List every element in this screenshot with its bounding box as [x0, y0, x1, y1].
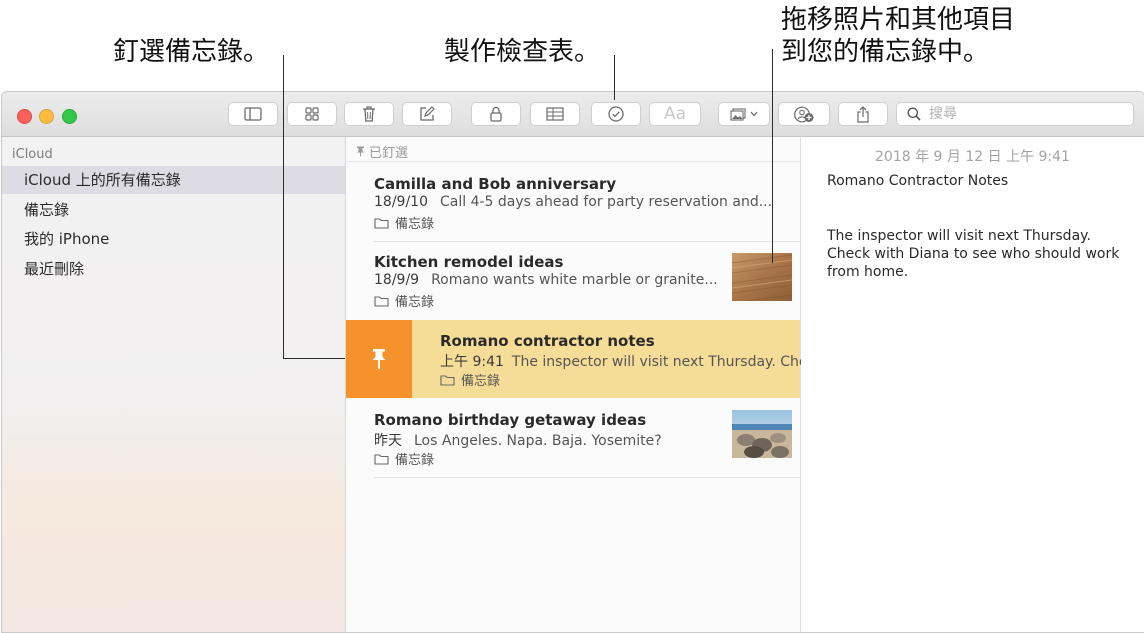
gallery-view-icon	[305, 107, 319, 121]
search-input[interactable]	[927, 105, 1121, 123]
share-icon	[856, 106, 870, 123]
wood-thumbnail	[732, 253, 792, 301]
note-snippet: The inspector will visit next Thursday. …	[512, 354, 823, 370]
note-folder: 備忘錄	[374, 213, 434, 232]
note-meta: 上午 9:41 The inspector will visit next Thu…	[440, 351, 823, 371]
chevron-down-icon	[750, 111, 758, 117]
callout-drag-line1: 拖移照片和其他項目	[781, 4, 1015, 36]
note-item[interactable]: Romano birthday getaway ideas 昨天 Los Ange…	[346, 399, 800, 477]
note-title: Kitchen remodel ideas	[374, 253, 563, 271]
note-meta: 18/9/9 Romano wants white marble or grani…	[374, 272, 718, 288]
note-title: Camilla and Bob anniversary	[374, 175, 616, 193]
note-folder-label: 備忘錄	[395, 213, 434, 232]
sidebar-toggle-button[interactable]	[228, 102, 278, 126]
pin-callout-leader	[283, 358, 345, 359]
note-date: 上午 9:41	[440, 351, 504, 371]
toolbar: Aa	[2, 92, 1144, 137]
zoom-window-button[interactable]	[62, 109, 77, 124]
collaborate-button[interactable]	[778, 102, 830, 126]
lock-icon	[490, 106, 502, 122]
format-text-button[interactable]: Aa	[649, 102, 701, 126]
note-date: 18/9/10	[374, 194, 428, 210]
note-editor-body: The inspector will visit next Thursday. …	[827, 227, 1127, 281]
sidebar-toggle-icon	[244, 107, 262, 121]
gallery-view-button[interactable]	[287, 102, 337, 126]
format-text-icon: Aa	[664, 104, 686, 124]
delete-button[interactable]	[344, 102, 394, 126]
note-timestamp: 2018 年 9 月 12 日 上午 9:41	[801, 146, 1144, 166]
note-folder: 備忘錄	[374, 291, 434, 310]
note-title: Romano birthday getaway ideas	[374, 411, 646, 429]
folder-icon	[440, 374, 455, 386]
sidebar-item-notes[interactable]: 備忘錄	[2, 196, 345, 224]
notes-window: Aa iCloud iCloud 上的所有備忘錄 備忘錄 我的 iPhone 最…	[1, 91, 1144, 633]
callout-pin: 釘選備忘錄。	[113, 36, 269, 68]
note-item[interactable]: Kitchen remodel ideas 18/9/9 Romano wants…	[346, 241, 800, 319]
pin-icon	[371, 348, 387, 370]
lock-button[interactable]	[471, 102, 521, 126]
checklist-button[interactable]	[591, 102, 641, 126]
pin-icon	[356, 146, 365, 157]
search-icon	[907, 107, 921, 121]
note-meta: 昨天 Los Angeles. Napa. Baja. Yosemite?	[374, 430, 662, 450]
note-snippet: Romano wants white marble or granite...	[431, 272, 718, 288]
note-meta: 18/9/10 Call 4-5 days ahead for party res…	[374, 194, 772, 210]
sidebar: iCloud iCloud 上的所有備忘錄 備忘錄 我的 iPhone 最近刪除	[2, 137, 346, 632]
note-folder: 備忘錄	[440, 370, 500, 389]
note-title: Romano contractor notes	[440, 332, 655, 350]
note-snippet: Los Angeles. Napa. Baja. Yosemite?	[414, 433, 662, 449]
note-editor-title: Romano Contractor Notes	[827, 173, 1008, 189]
note-item-selected[interactable]: Romano contractor notes 上午 9:41The inspe…	[346, 320, 800, 398]
media-icon	[730, 108, 746, 121]
media-menu-button[interactable]	[718, 102, 770, 126]
pinned-section-label: 已釘選	[369, 142, 408, 161]
note-editor[interactable]: 2018 年 9 月 12 日 上午 9:41 Romano Contracto…	[801, 137, 1144, 632]
note-list: 已釘選 Camilla and Bob anniversary 18/9/10C…	[346, 137, 801, 632]
folder-icon	[374, 217, 389, 229]
note-date: 昨天	[374, 430, 402, 450]
sidebar-account-header: iCloud	[12, 147, 53, 162]
compose-button[interactable]	[402, 102, 452, 126]
note-date: 18/9/9	[374, 272, 419, 288]
sidebar-item-all-icloud-notes[interactable]: iCloud 上的所有備忘錄	[2, 166, 345, 194]
table-icon	[546, 107, 564, 121]
pinned-section-header: 已釘選	[356, 142, 408, 161]
note-folder-label: 備忘錄	[461, 370, 500, 389]
sidebar-item-my-iphone[interactable]: 我的 iPhone	[2, 225, 345, 253]
collaborate-icon	[793, 106, 815, 123]
pin-swipe-button[interactable]	[346, 320, 412, 398]
share-button[interactable]	[838, 102, 888, 126]
divider	[346, 161, 800, 162]
folder-icon	[374, 453, 389, 465]
minimize-window-button[interactable]	[39, 109, 54, 124]
note-folder-label: 備忘錄	[395, 291, 434, 310]
note-folder-label: 備忘錄	[395, 449, 434, 468]
table-button[interactable]	[530, 102, 580, 126]
checklist-icon	[608, 106, 624, 122]
sidebar-item-recently-deleted[interactable]: 最近刪除	[2, 255, 345, 283]
callout-checklist: 製作檢查表。	[444, 36, 600, 68]
divider	[374, 477, 800, 478]
pin-callout-leader	[283, 55, 284, 359]
note-folder: 備忘錄	[374, 449, 434, 468]
checklist-callout-leader	[614, 55, 615, 100]
trash-icon	[362, 106, 376, 122]
note-item[interactable]: Camilla and Bob anniversary 18/9/10 Call …	[346, 163, 800, 241]
drag-callout-leader	[772, 49, 773, 263]
search-field[interactable]	[896, 102, 1134, 126]
close-window-button[interactable]	[17, 109, 32, 124]
beach-thumbnail	[732, 410, 792, 458]
callout-drag-line2: 到您的備忘錄中。	[781, 36, 989, 68]
folder-icon	[374, 295, 389, 307]
note-snippet: Call 4-5 days ahead for party reservatio…	[440, 194, 772, 210]
compose-icon	[419, 106, 435, 122]
